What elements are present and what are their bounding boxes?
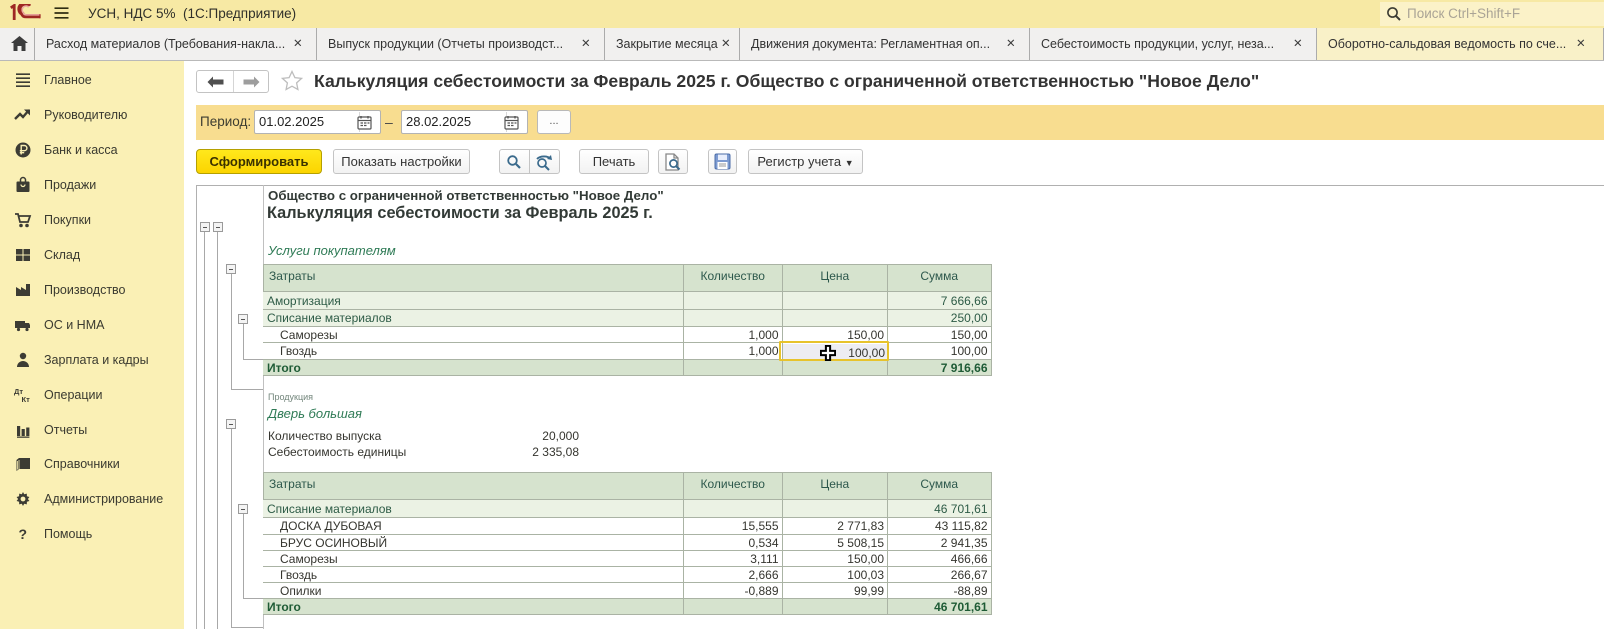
svg-text:Кт: Кт [22, 395, 31, 404]
svg-text:?: ? [19, 526, 28, 542]
